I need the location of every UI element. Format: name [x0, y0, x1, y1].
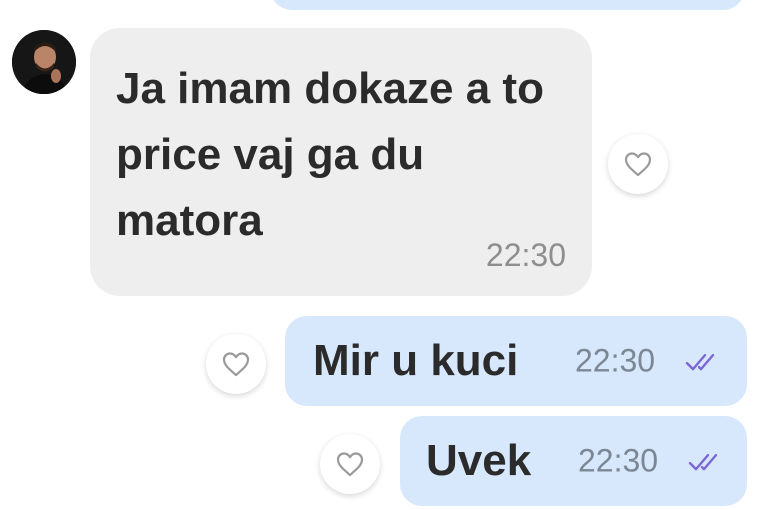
outgoing-message-bubble[interactable]: Uvek 22:30 [400, 416, 747, 506]
avatar-photo-icon [12, 30, 76, 94]
like-button[interactable] [608, 134, 668, 194]
double-check-icon [688, 453, 718, 471]
heart-outline-icon [222, 352, 250, 377]
message-text: Ja imam dokaze a to price vaj ga du mato… [116, 64, 544, 245]
heart-outline-icon [624, 152, 652, 177]
heart-outline-icon [336, 452, 364, 477]
message-timestamp: 22:30 [578, 442, 659, 479]
like-button[interactable] [320, 434, 380, 494]
message-text: Uvek [426, 436, 532, 485]
message-timestamp: 22:30 [485, 237, 566, 273]
message-timestamp: 22:30 [575, 342, 656, 379]
like-button[interactable] [206, 334, 266, 394]
contact-avatar[interactable] [12, 30, 76, 94]
previous-message-bubble [270, 0, 745, 10]
double-check-icon [685, 353, 715, 371]
incoming-message-bubble[interactable]: Ja imam dokaze a to price vaj ga du mato… [90, 28, 592, 296]
message-text: Mir u kuci [313, 336, 519, 385]
outgoing-message-bubble[interactable]: Mir u kuci 22:30 [285, 316, 747, 406]
